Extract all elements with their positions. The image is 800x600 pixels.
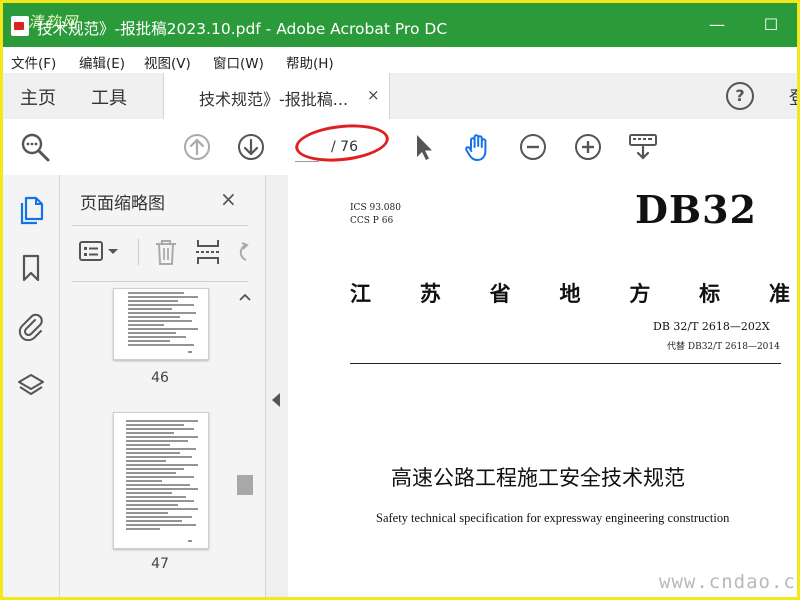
layers-icon[interactable] (17, 371, 45, 401)
toolbar: / 76 (3, 119, 797, 176)
minimize-button[interactable]: — (705, 13, 729, 37)
page-thumbnails-icon[interactable] (17, 195, 45, 225)
site-watermark: www.cndao.com (659, 571, 797, 593)
doc-type-char: 江 (350, 281, 371, 306)
panel-divider (72, 281, 248, 282)
close-tab-button[interactable]: × (367, 86, 380, 104)
zoom-search-icon[interactable] (19, 131, 51, 163)
menu-file[interactable]: 文件(F) (11, 52, 56, 72)
thumbnail-text-lines (126, 420, 198, 542)
tab-document[interactable]: 技术规范》-报批稿... × (163, 73, 390, 119)
close-panel-button[interactable]: × (220, 187, 237, 211)
page-thumbnail[interactable] (113, 288, 209, 360)
menu-help[interactable]: 帮助(H) (286, 52, 334, 72)
next-page-icon[interactable] (235, 131, 267, 163)
thumbnail-page-number: 47 (151, 556, 169, 572)
left-rail (3, 175, 60, 597)
page-thumbnail[interactable] (113, 412, 209, 549)
menu-bar: 文件(F) 编辑(E) 视图(V) 窗口(W) 帮助(H) (3, 47, 797, 73)
thumbnail-scrollbar[interactable] (236, 288, 254, 597)
doc-horizontal-rule (350, 363, 781, 364)
scroll-up-icon[interactable] (239, 292, 251, 302)
doc-title-english: Safety technical specification for expre… (376, 511, 730, 525)
rotate-icon[interactable] (234, 237, 252, 267)
doc-type-char: 地 (559, 281, 581, 306)
doc-standard-code: DB 32/T 2618—202X (653, 320, 770, 333)
toolbar-divider (138, 239, 139, 265)
app-window: 清软网 技术规范》-报批稿2023.10.pdf - Adobe Acrobat… (0, 0, 800, 600)
zoom-in-icon[interactable] (572, 131, 604, 163)
thumbnails-panel: 页面缩略图 × 46 47 (60, 175, 265, 597)
doc-title-chinese: 高速公路工程施工安全技术规范 (391, 466, 685, 490)
attachment-icon[interactable] (17, 311, 45, 341)
keyboard-icon[interactable] (627, 131, 659, 163)
menu-view[interactable]: 视图(V) (144, 52, 191, 72)
maximize-button[interactable]: ☐ (759, 13, 783, 37)
menu-window[interactable]: 窗口(W) (213, 52, 264, 72)
doc-ics: ICS 93.080 (350, 203, 401, 213)
help-icon[interactable]: ? (726, 82, 754, 110)
title-bar: 清软网 技术规范》-报批稿2023.10.pdf - Adobe Acrobat… (3, 3, 797, 47)
doc-type-char: 方 (629, 281, 651, 306)
tab-home[interactable]: 主页 (20, 84, 56, 110)
delete-icon[interactable] (152, 237, 180, 267)
thumbnail-page-number: 46 (151, 370, 169, 386)
sign-in-link[interactable]: 登 (789, 84, 797, 110)
doc-standard-mark: DB32 (635, 187, 757, 232)
options-menu-icon[interactable] (78, 239, 122, 265)
document-tab-label: 技术规范》-报批稿... (199, 90, 349, 109)
tab-bar: 主页 工具 技术规范》-报批稿... × ? 登 (3, 73, 797, 120)
select-arrow-icon[interactable] (407, 131, 439, 163)
extract-icon[interactable] (194, 237, 222, 267)
tab-tools[interactable]: 工具 (91, 84, 127, 110)
window-title: 技术规范》-报批稿2023.10.pdf - Adobe Acrobat Pro… (37, 20, 448, 38)
doc-type-char: 省 (489, 281, 511, 306)
panel-divider (72, 225, 248, 226)
zoom-out-icon[interactable] (517, 131, 549, 163)
doc-type-char: 标 (699, 281, 721, 306)
thumbnail-text-lines (128, 292, 198, 353)
doc-replaces-code: 代替 DB32/T 2618—2014 (667, 342, 780, 352)
hand-tool-icon[interactable] (462, 131, 494, 163)
acrobat-pdf-icon (11, 16, 29, 36)
doc-type-char: 苏 (419, 281, 441, 306)
doc-ccs: CCS P 66 (350, 216, 394, 226)
collapse-arrow-icon[interactable] (272, 393, 280, 407)
doc-type-char: 准 (768, 281, 790, 306)
menu-edit[interactable]: 编辑(E) (79, 52, 125, 72)
panel-collapse-strip[interactable] (265, 175, 288, 597)
doc-standard-type: 江 苏 省 地 方 标 准 (350, 278, 790, 308)
bookmark-icon[interactable] (17, 253, 45, 283)
panel-title: 页面缩略图 (80, 194, 165, 214)
document-page: ICS 93.080 CCS P 66 DB32 江 苏 省 地 方 标 准 D… (288, 175, 797, 597)
scrollbar-thumb[interactable] (237, 475, 253, 495)
prev-page-icon[interactable] (181, 131, 213, 163)
